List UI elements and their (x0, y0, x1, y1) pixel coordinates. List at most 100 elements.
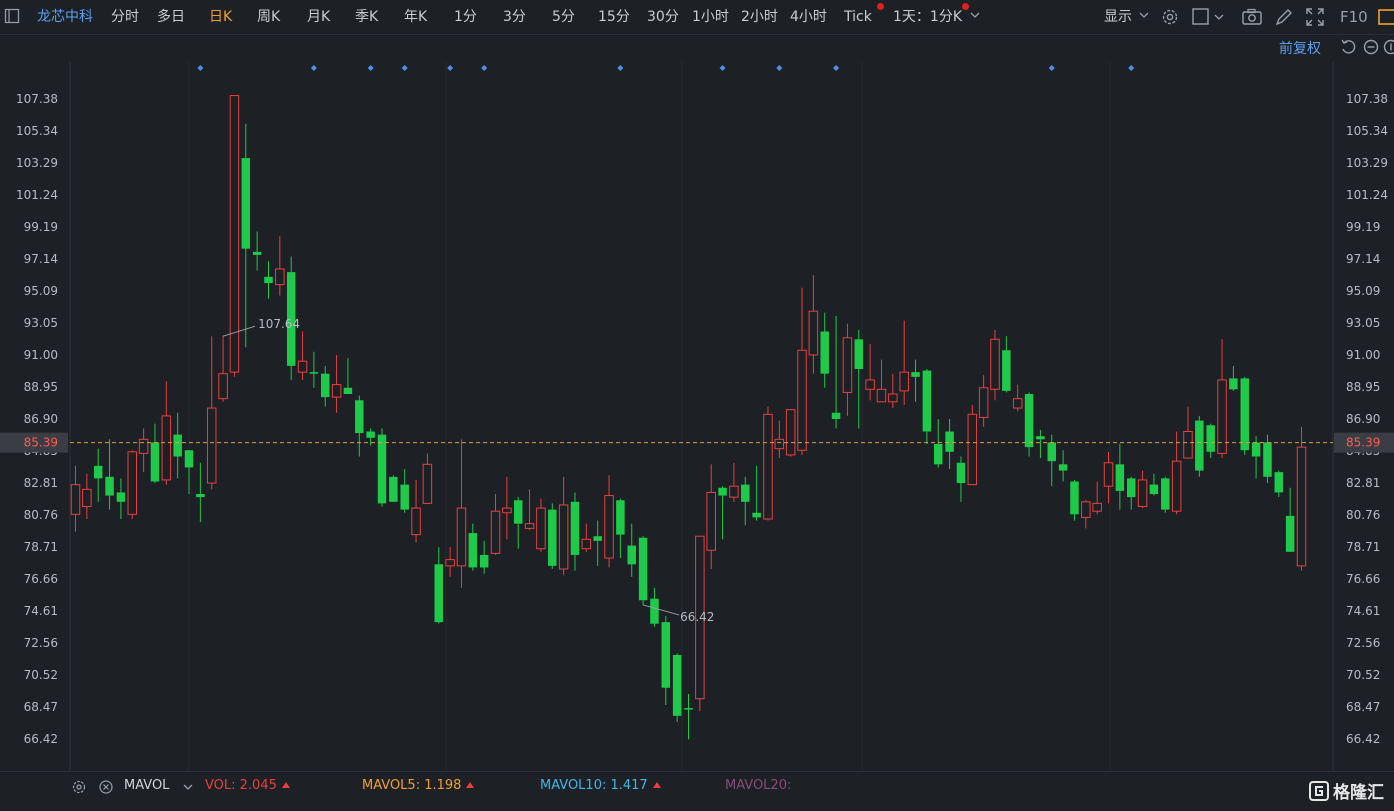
candle-82[interactable] (1002, 336, 1011, 392)
candle-94[interactable] (1138, 471, 1147, 509)
candle-87[interactable] (1059, 450, 1068, 481)
candle-74[interactable] (911, 360, 920, 402)
period-tab-2[interactable]: 日K (209, 0, 232, 34)
candle-51[interactable] (650, 588, 659, 627)
candle-91[interactable] (1104, 452, 1113, 504)
candle-59[interactable] (741, 477, 750, 525)
candle-62[interactable] (775, 421, 784, 459)
zoom-out-icon[interactable] (1362, 38, 1380, 56)
candle-48[interactable] (616, 499, 625, 558)
candle-71[interactable] (877, 360, 886, 402)
candle-108[interactable] (1297, 427, 1306, 571)
indicator-settings-icon[interactable] (71, 779, 87, 795)
candle-33[interactable] (446, 547, 455, 577)
event-marker-4[interactable] (447, 65, 453, 71)
candle-107[interactable] (1286, 488, 1295, 552)
candle-106[interactable] (1275, 471, 1284, 498)
candle-27[interactable] (378, 428, 387, 506)
candle-25[interactable] (355, 396, 364, 457)
candle-41[interactable] (537, 499, 546, 552)
candle-12[interactable] (207, 336, 216, 489)
candle-52[interactable] (662, 616, 671, 705)
zoom-in-icon[interactable] (1382, 38, 1394, 56)
event-marker-8[interactable] (776, 65, 782, 71)
candle-10[interactable] (185, 450, 194, 494)
candle-37[interactable] (491, 494, 500, 555)
candle-65[interactable] (809, 275, 818, 373)
candle-34[interactable] (457, 439, 466, 587)
candle-55[interactable] (696, 536, 705, 711)
candle-54[interactable] (684, 694, 693, 739)
candle-6[interactable] (139, 428, 148, 472)
event-marker-0[interactable] (197, 65, 203, 71)
candle-85[interactable] (1036, 430, 1045, 458)
candle-50[interactable] (639, 536, 648, 605)
candle-56[interactable] (707, 464, 716, 569)
candle-53[interactable] (673, 653, 682, 722)
candle-88[interactable] (1070, 480, 1079, 521)
event-marker-6[interactable] (617, 65, 623, 71)
candle-95[interactable] (1150, 474, 1159, 496)
candle-23[interactable] (332, 355, 341, 413)
candle-93[interactable] (1127, 477, 1136, 510)
candle-45[interactable] (582, 524, 591, 552)
candle-19[interactable] (287, 257, 296, 380)
candle-92[interactable] (1116, 444, 1125, 510)
candle-26[interactable] (366, 428, 375, 445)
candle-81[interactable] (991, 330, 1000, 400)
candle-60[interactable] (752, 466, 761, 521)
candle-5[interactable] (128, 450, 137, 519)
period-tab-5[interactable]: 季K (355, 0, 378, 34)
settings-gear-icon[interactable] (1159, 6, 1181, 28)
candle-83[interactable] (1013, 385, 1022, 412)
candle-16[interactable] (253, 232, 262, 271)
layout-square-icon[interactable] (1190, 6, 1212, 28)
undo-icon[interactable] (1339, 38, 1357, 56)
candle-61[interactable] (764, 407, 773, 521)
candle-21[interactable] (310, 352, 319, 388)
candle-67[interactable] (832, 316, 841, 429)
candle-90[interactable] (1093, 482, 1102, 515)
event-marker-1[interactable] (311, 65, 317, 71)
period-tab-6[interactable]: 年K (404, 0, 427, 34)
candle-43[interactable] (559, 477, 568, 575)
candle-44[interactable] (571, 492, 580, 570)
event-marker-3[interactable] (402, 65, 408, 71)
event-marker-5[interactable] (481, 65, 487, 71)
candle-42[interactable] (548, 503, 557, 569)
candle-58[interactable] (730, 463, 739, 502)
period-tab-3[interactable]: 周K (257, 0, 280, 34)
event-marker-10[interactable] (1049, 65, 1055, 71)
candle-7[interactable] (151, 424, 160, 483)
candle-28[interactable] (389, 475, 398, 502)
candle-86[interactable] (1048, 435, 1057, 487)
candle-72[interactable] (889, 374, 898, 408)
period-tab-0[interactable]: 分时 (111, 0, 139, 34)
candle-105[interactable] (1263, 435, 1272, 483)
candle-104[interactable] (1252, 436, 1261, 478)
stock-name[interactable]: 龙芯中科 (37, 0, 93, 34)
camera-icon[interactable] (1241, 6, 1263, 28)
candle-18[interactable] (276, 236, 285, 295)
candle-79[interactable] (968, 405, 977, 485)
candle-89[interactable] (1082, 500, 1091, 528)
candle-3[interactable] (105, 439, 114, 509)
candle-11[interactable] (196, 463, 205, 522)
candle-57[interactable] (718, 486, 727, 539)
period-tab-12[interactable]: 1小时 (692, 0, 729, 34)
candle-38[interactable] (503, 477, 512, 540)
candle-75[interactable] (923, 369, 932, 444)
candle-1[interactable] (83, 474, 92, 519)
orange-panel-icon[interactable] (1377, 8, 1394, 26)
candle-99[interactable] (1195, 416, 1204, 477)
candle-73[interactable] (900, 321, 909, 405)
candle-17[interactable] (264, 261, 273, 299)
candle-40[interactable] (525, 489, 534, 530)
period-tab-15[interactable]: Tick (844, 0, 872, 34)
close-icon[interactable] (98, 779, 114, 795)
event-marker-2[interactable] (368, 65, 374, 71)
candle-80[interactable] (979, 375, 988, 427)
period-tab-1[interactable]: 多日 (157, 0, 185, 34)
period-tab-11[interactable]: 30分 (647, 0, 679, 34)
candle-20[interactable] (298, 332, 307, 380)
